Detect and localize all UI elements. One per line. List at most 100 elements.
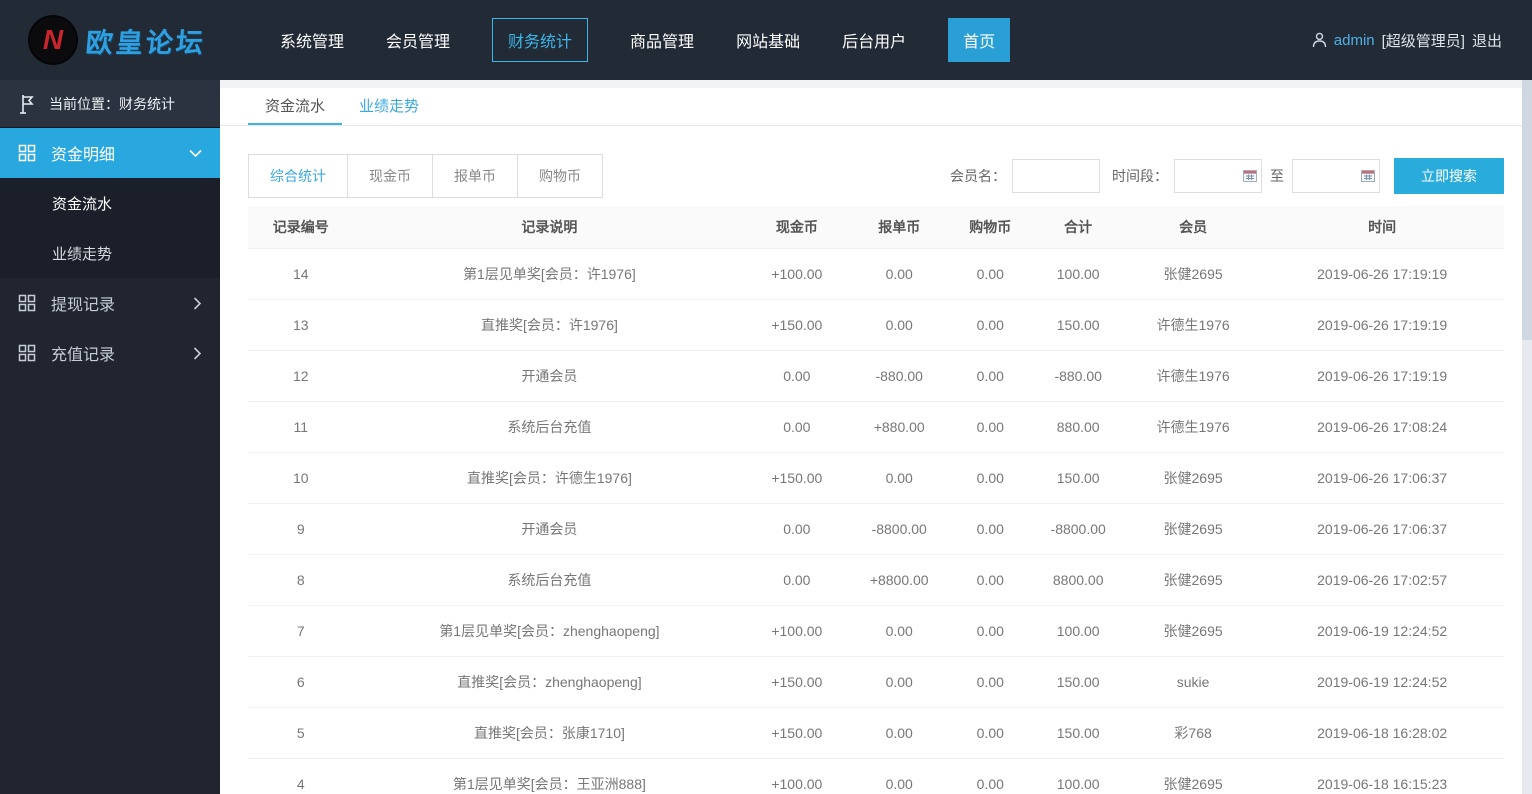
sidebar-item-提现记录[interactable]: 提现记录 bbox=[0, 278, 220, 328]
grid-icon bbox=[18, 294, 36, 312]
table-cell: 第1层见单奖[会员：zhenghaopeng] bbox=[353, 605, 746, 657]
table-cell: 2019-06-26 17:06:37 bbox=[1260, 503, 1504, 555]
column-header-记录编号: 记录编号 bbox=[248, 206, 354, 248]
member-name-label: 会员名： bbox=[950, 168, 1006, 184]
table-cell: 张健2695 bbox=[1125, 452, 1261, 504]
sidebar-item-充值记录[interactable]: 充值记录 bbox=[0, 328, 220, 378]
table-cell: 0.00 bbox=[950, 707, 1031, 759]
table-cell: 4 bbox=[248, 758, 354, 794]
table-cell: 0.00 bbox=[745, 401, 849, 453]
table-cell: 0.00 bbox=[950, 656, 1031, 708]
table-cell: 0.00 bbox=[950, 299, 1031, 351]
table-cell: 0.00 bbox=[848, 299, 951, 351]
filter-row: 综合统计 现金币 报单币 购物币 会员名： 时间段： 至 立即搜索 bbox=[248, 154, 1504, 198]
table-cell: 开通会员 bbox=[353, 350, 746, 402]
table-cell: 许德生1976 bbox=[1125, 299, 1261, 351]
table-cell: 张健2695 bbox=[1125, 758, 1261, 794]
top-strip bbox=[220, 80, 1532, 88]
segment-报单币[interactable]: 报单币 bbox=[432, 154, 518, 198]
table-cell: 张健2695 bbox=[1125, 247, 1261, 300]
segment-现金币[interactable]: 现金币 bbox=[347, 154, 433, 198]
table-cell: 0.00 bbox=[950, 554, 1031, 606]
table-cell: 0.00 bbox=[848, 758, 951, 794]
table-cell: 2019-06-19 12:24:52 bbox=[1260, 605, 1504, 657]
vertical-scrollbar[interactable] bbox=[1522, 80, 1532, 794]
table-cell: 0.00 bbox=[950, 247, 1031, 300]
table-cell: 直推奖[会员：许1976] bbox=[353, 299, 746, 351]
table-cell: 150.00 bbox=[1030, 452, 1126, 504]
submenu-item-业绩走势[interactable]: 业绩走势 bbox=[0, 228, 220, 278]
table-row: 8 系统后台充值 0.00 +8800.00 0.00 8800.00 张健2695 2019… bbox=[248, 554, 1504, 606]
nav-item-系统管理[interactable]: 系统管理 bbox=[280, 28, 344, 52]
sidebar-item-资金明细[interactable]: 资金明细 bbox=[0, 128, 220, 178]
member-name-input[interactable] bbox=[1012, 159, 1100, 193]
table-cell: 13 bbox=[248, 299, 354, 351]
sidebar-item-label: 提现记录 bbox=[51, 297, 116, 314]
table-cell: +150.00 bbox=[745, 707, 849, 759]
logout-link[interactable]: 退出 bbox=[1472, 30, 1502, 51]
table-cell: 0.00 bbox=[950, 605, 1031, 657]
column-header-记录说明: 记录说明 bbox=[353, 206, 746, 248]
nav-item-商品管理[interactable]: 商品管理 bbox=[630, 28, 694, 52]
search-button[interactable]: 立即搜索 bbox=[1394, 158, 1504, 194]
grid-icon bbox=[18, 144, 36, 162]
table-cell: 0.00 bbox=[950, 758, 1031, 794]
table-row: 4 第1层见单奖[会员：王亚洲888] +100.00 0.00 0.00 100.00 张… bbox=[248, 758, 1504, 794]
table-cell: 2019-06-26 17:19:19 bbox=[1260, 299, 1504, 351]
table-cell: 2019-06-26 17:08:24 bbox=[1260, 401, 1504, 453]
segment-综合统计[interactable]: 综合统计 bbox=[248, 154, 348, 198]
nav-item-财务统计[interactable]: 财务统计 bbox=[492, 18, 589, 62]
table-cell: 0.00 bbox=[950, 350, 1031, 402]
table-cell: 150.00 bbox=[1030, 299, 1126, 351]
table-row: 6 直推奖[会员：zhenghaopeng] +150.00 0.00 0.00 150.… bbox=[248, 656, 1504, 708]
tab-资金流水[interactable]: 资金流水 bbox=[248, 88, 343, 125]
table-cell: +150.00 bbox=[745, 452, 849, 504]
tab-业绩走势[interactable]: 业绩走势 bbox=[342, 88, 436, 125]
nav-menu: 系统管理 会员管理 财务统计 商品管理 网站基础 后台用户 首页 bbox=[280, 18, 1011, 62]
search-controls: 会员名： 时间段： 至 立即搜索 bbox=[950, 158, 1504, 194]
table-cell: 2019-06-26 17:02:57 bbox=[1260, 554, 1504, 606]
nav-item-首页[interactable]: 首页 bbox=[948, 18, 1011, 62]
nav-item-网站基础[interactable]: 网站基础 bbox=[736, 28, 800, 52]
calendar-icon[interactable] bbox=[1361, 169, 1375, 185]
table-cell: 系统后台充值 bbox=[353, 401, 746, 453]
segment-购物币[interactable]: 购物币 bbox=[517, 154, 603, 198]
table-cell: 直推奖[会员：许德生1976] bbox=[353, 452, 746, 504]
calendar-icon[interactable] bbox=[1243, 169, 1257, 185]
table-cell: 直推奖[会员：zhenghaopeng] bbox=[353, 656, 746, 708]
table-cell: 6 bbox=[248, 656, 354, 708]
table-cell: 100.00 bbox=[1030, 758, 1126, 794]
table-row: 10 直推奖[会员：许德生1976] +150.00 0.00 0.00 150.00 张健… bbox=[248, 452, 1504, 504]
user-icon bbox=[1312, 32, 1327, 48]
table-cell: 150.00 bbox=[1030, 707, 1126, 759]
time-range-label: 时间段： bbox=[1112, 168, 1168, 184]
table-cell: 880.00 bbox=[1030, 401, 1126, 453]
table-cell: 150.00 bbox=[1030, 656, 1126, 708]
table-cell: +100.00 bbox=[745, 247, 849, 300]
user-name[interactable]: admin bbox=[1334, 32, 1375, 49]
chevron-right-icon bbox=[193, 296, 202, 310]
table-cell: 2019-06-18 16:28:02 bbox=[1260, 707, 1504, 759]
signpost-icon bbox=[16, 93, 36, 115]
table-cell: 第1层见单奖[会员：王亚洲888] bbox=[353, 758, 746, 794]
nav-item-会员管理[interactable]: 会员管理 bbox=[386, 28, 450, 52]
table-cell: 0.00 bbox=[950, 503, 1031, 555]
table-cell: 系统后台充值 bbox=[353, 554, 746, 606]
nav-item-后台用户[interactable]: 后台用户 bbox=[842, 28, 906, 52]
segment-buttons: 综合统计 现金币 报单币 购物币 bbox=[248, 154, 603, 198]
table-cell: 14 bbox=[248, 247, 354, 300]
table-cell: 0.00 bbox=[848, 452, 951, 504]
table-cell: 许德生1976 bbox=[1125, 350, 1261, 402]
table-row: 12 开通会员 0.00 -880.00 0.00 -880.00 许德生1976 2019-… bbox=[248, 350, 1504, 402]
submenu-item-资金流水[interactable]: 资金流水 bbox=[0, 178, 220, 228]
sidebar: 当前位置：财务统计 资金明细 资金流水 业绩走势提现记录充值记录 bbox=[0, 80, 220, 794]
breadcrumb-text: 当前位置：财务统计 bbox=[49, 95, 175, 112]
to-label: 至 bbox=[1270, 168, 1284, 184]
scrollbar-thumb[interactable] bbox=[1522, 80, 1532, 340]
table-header-row: 记录编号 记录说明 现金币 报单币 购物币 合计 会员 时间 bbox=[248, 206, 1504, 248]
table-cell: -8800.00 bbox=[1030, 503, 1126, 555]
table-cell: +100.00 bbox=[745, 605, 849, 657]
table-cell: sukie bbox=[1125, 656, 1261, 708]
table-cell: 开通会员 bbox=[353, 503, 746, 555]
table-cell: 8 bbox=[248, 554, 354, 606]
